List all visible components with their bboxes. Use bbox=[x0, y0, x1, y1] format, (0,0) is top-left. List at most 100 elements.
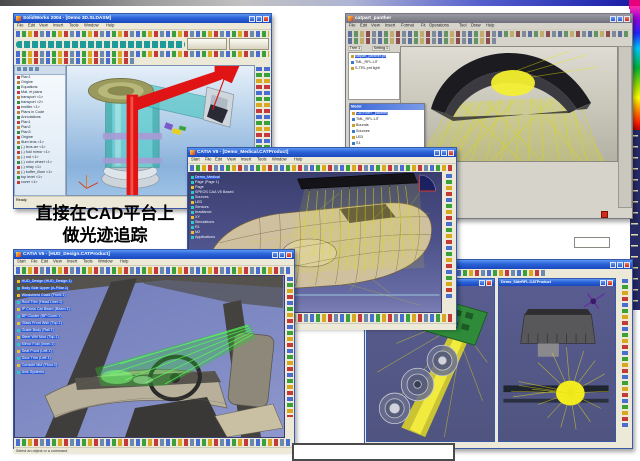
winB-right-scrollbar[interactable] bbox=[618, 46, 632, 208]
winA-tree-tabs[interactable] bbox=[15, 66, 65, 75]
winA-sketch-toolbar[interactable] bbox=[16, 58, 136, 64]
menu-item[interactable]: Insert bbox=[67, 260, 77, 264]
menu-item[interactable]: File bbox=[205, 158, 212, 162]
caption-line1: 直接在CAD平台上 bbox=[22, 203, 188, 225]
winC-close-button[interactable] bbox=[448, 150, 454, 156]
winB-minimize-button[interactable] bbox=[610, 16, 616, 22]
winC-toolbar-icons[interactable] bbox=[190, 165, 454, 171]
winA-dropdown-group-1[interactable] bbox=[187, 38, 227, 50]
winD-3d-viewport[interactable]: HUD_Design (HUD_Design.1)Body Side Upper… bbox=[14, 275, 285, 438]
menu-item[interactable]: Operations bbox=[429, 24, 449, 28]
tree-item[interactable]: BP Cluster (BP Cover.1) bbox=[17, 313, 104, 320]
menu-item[interactable]: View bbox=[227, 158, 236, 162]
winB-input-field[interactable] bbox=[574, 237, 610, 248]
tree-item[interactable]: Windshield Glass (Front.1) bbox=[17, 292, 104, 299]
childR-3d-viewport[interactable] bbox=[499, 286, 615, 441]
menu-item[interactable]: View bbox=[371, 24, 380, 28]
tree-item[interactable]: Steer Whl Mod (Top.1) bbox=[17, 334, 104, 341]
tree-item[interactable]: Axis Systems bbox=[17, 369, 104, 376]
tree-item[interactable]: S-TRL pnt light bbox=[349, 65, 399, 71]
menu-item[interactable]: Start bbox=[191, 158, 200, 162]
tree-item[interactable]: Applications bbox=[191, 235, 257, 240]
winB-3d-viewport[interactable] bbox=[400, 46, 618, 162]
menu-item[interactable]: File bbox=[349, 24, 356, 28]
winC-titlebar[interactable]: CATIA V5 - [Demo_Medical.CATProduct] bbox=[188, 148, 456, 157]
winE-maximize-button[interactable] bbox=[617, 262, 623, 268]
tree-item[interactable]: Glass Front Wsh (Top.1) bbox=[17, 320, 104, 327]
winA-lens-toolbar[interactable] bbox=[16, 41, 185, 48]
menu-item[interactable]: Edit bbox=[41, 260, 48, 264]
winA-titlebar[interactable]: SolidWorks 2004 - [Demo 3D.SLDASM] bbox=[14, 14, 271, 23]
winA-dropdown-group-2[interactable] bbox=[229, 38, 269, 50]
winA-standard-toolbar[interactable] bbox=[16, 31, 269, 37]
bright-emission-spot bbox=[491, 70, 535, 96]
winD-close-button[interactable] bbox=[286, 252, 292, 258]
childR-minimize-button[interactable] bbox=[600, 280, 606, 286]
winD-maximize-button[interactable] bbox=[279, 252, 285, 258]
menu-item[interactable]: Insert bbox=[53, 24, 63, 28]
menu-item[interactable]: View bbox=[39, 24, 48, 28]
winD-bottom-toolbar[interactable] bbox=[16, 439, 292, 446]
menu-item[interactable]: Tools bbox=[83, 260, 93, 264]
childR-titlebar[interactable]: Demo_SideRFL.CATProduct bbox=[499, 279, 615, 286]
winE-close-button[interactable] bbox=[624, 262, 630, 268]
menu-item[interactable]: Window bbox=[272, 158, 287, 162]
menu-item[interactable]: Edit bbox=[28, 24, 35, 28]
winD-toolbar-icons[interactable] bbox=[16, 267, 292, 274]
winB-close-button[interactable] bbox=[624, 16, 630, 22]
menu-item[interactable]: View bbox=[53, 260, 62, 264]
winB-toolbar2-icons[interactable] bbox=[348, 38, 498, 44]
winD-minimize-button[interactable] bbox=[272, 252, 278, 258]
tree-item[interactable]: Seat Front (Left.1) bbox=[17, 348, 104, 355]
winC-minimize-button[interactable] bbox=[434, 150, 440, 156]
winA-view-toolbar[interactable] bbox=[16, 51, 269, 57]
menu-item[interactable]: Help bbox=[294, 158, 302, 162]
tree-item[interactable]: Console Mid (Floor.1) bbox=[17, 362, 104, 369]
winE-right-toolbar[interactable] bbox=[618, 277, 632, 443]
menu-item[interactable]: Window bbox=[84, 24, 99, 28]
tree-item[interactable]: Door Trim (Left.1) bbox=[17, 355, 104, 362]
menu-item[interactable]: Draw bbox=[471, 24, 481, 28]
menu-item[interactable]: File bbox=[31, 260, 38, 264]
winE-minimize-button[interactable] bbox=[610, 262, 616, 268]
winA-close-button[interactable] bbox=[263, 16, 269, 22]
menu-item[interactable]: Fit bbox=[421, 24, 426, 28]
winD-titlebar[interactable]: CATIA V5 - [HUD_Design.CATProduct] bbox=[14, 250, 294, 259]
menu-item[interactable]: Edit bbox=[360, 24, 367, 28]
menu-item[interactable]: Start bbox=[17, 260, 26, 264]
childL-minimize-button[interactable] bbox=[479, 280, 485, 286]
tree-item[interactable]: IP Cross Car Beam (Beam.1) bbox=[17, 306, 104, 313]
childR-close-button[interactable] bbox=[607, 280, 613, 286]
winB-titlebar[interactable]: catpart_panther bbox=[346, 14, 632, 23]
winB-toolbar-icons[interactable] bbox=[348, 31, 630, 37]
tree-item[interactable]: Guide Body (Rail.1) bbox=[17, 327, 104, 334]
winA-feature-tree: Plan1OrigineEquationsMat. et planstransp… bbox=[14, 65, 66, 196]
tab[interactable]: Setting 1 bbox=[372, 46, 390, 50]
menu-item[interactable]: Help bbox=[106, 24, 114, 28]
menu-item[interactable]: Edit bbox=[215, 158, 222, 162]
menu-item[interactable]: Insert bbox=[241, 158, 251, 162]
tree-item[interactable]: Body Side Upper (A-Pillar.1) bbox=[17, 285, 104, 292]
tree-item[interactable]: Mirror Fold (Inner.1) bbox=[17, 341, 104, 348]
menu-item[interactable]: Format bbox=[401, 24, 414, 28]
menu-item[interactable]: Tools bbox=[257, 158, 267, 162]
winA-maximize-button[interactable] bbox=[256, 16, 262, 22]
menu-item[interactable]: Help bbox=[486, 24, 494, 28]
menu-item[interactable]: Tools bbox=[69, 24, 79, 28]
winA-minimize-button[interactable] bbox=[249, 16, 255, 22]
winC-spec-tree: Demo_MedicalPage (Page 1)PageSPEOS CAA V… bbox=[191, 175, 257, 240]
winC-right-toolbar[interactable] bbox=[442, 172, 456, 313]
menu-item[interactable]: Window bbox=[98, 260, 113, 264]
tree-item[interactable]: Roof Trim (Head Liner.1) bbox=[17, 299, 104, 306]
tab[interactable]: Tree 1 bbox=[348, 46, 362, 50]
menu-item[interactable]: Help bbox=[120, 260, 128, 264]
menu-item[interactable]: Insert bbox=[385, 24, 395, 28]
menu-item[interactable]: File bbox=[17, 24, 24, 28]
childL-close-button[interactable] bbox=[486, 280, 492, 286]
winB-maximize-button[interactable] bbox=[617, 16, 623, 22]
tree-item[interactable]: cover <1> bbox=[15, 180, 65, 185]
winC-maximize-button[interactable] bbox=[441, 150, 447, 156]
winD-right-toolbar[interactable] bbox=[285, 275, 294, 438]
tree-item[interactable]: HUD_Design (HUD_Design.1) bbox=[17, 278, 104, 285]
menu-item[interactable]: Tool bbox=[459, 24, 466, 28]
